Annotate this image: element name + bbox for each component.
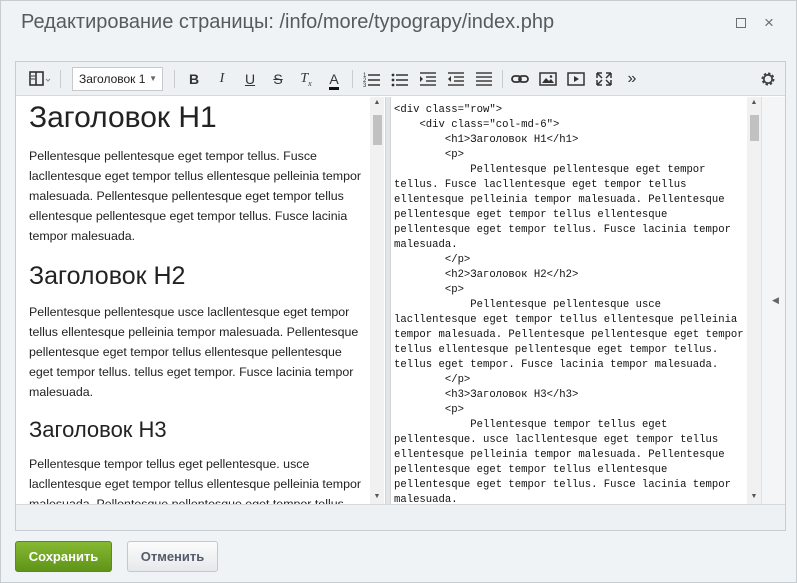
close-icon[interactable]: ×	[761, 14, 777, 31]
source-code[interactable]: <div class="row"> <div class="col-md-6">…	[394, 103, 746, 504]
image-icon[interactable]	[538, 68, 558, 90]
scroll-down-icon[interactable]: ▼	[747, 493, 761, 500]
dialog-title: Редактирование страницы: /info/more/typo…	[21, 11, 555, 33]
clear-format-label: T	[300, 71, 309, 86]
style-select-value: Заголовок 1	[79, 72, 146, 86]
link-icon[interactable]	[510, 68, 530, 90]
font-color-button[interactable]: A	[324, 68, 344, 90]
wysiwyg-pane[interactable]: Заголовок H1 Pellentesque pellentesque e…	[16, 97, 385, 504]
cancel-button[interactable]: Отменить	[127, 541, 218, 572]
heading-h3: Заголовок H3	[29, 417, 167, 442]
scroll-thumb[interactable]	[750, 115, 759, 141]
source-code-pane[interactable]: <div class="row"> <div class="col-md-6">…	[391, 97, 747, 504]
wysiwyg-scrollbar[interactable]: ▲ ▼	[370, 97, 384, 504]
scroll-up-icon[interactable]: ▲	[747, 99, 761, 106]
paragraph-style-select[interactable]: Заголовок 1 ▼	[72, 67, 163, 91]
editor-statusbar	[16, 504, 785, 530]
underline-button[interactable]: U	[240, 68, 260, 90]
maximize-icon[interactable]	[733, 15, 749, 31]
strikethrough-button[interactable]: S	[268, 68, 288, 90]
code-scrollbar[interactable]: ▲ ▼	[747, 97, 761, 504]
toolbar-separator	[60, 70, 61, 88]
dialog-titlebar[interactable]: Редактирование страницы: /info/more/typo…	[1, 1, 796, 45]
wysiwyg-content: Заголовок H1 Pellentesque pellentesque e…	[29, 97, 369, 504]
scroll-thumb[interactable]	[373, 115, 382, 145]
paragraph-2: Pellentesque pellentesque usce lacllente…	[29, 305, 359, 399]
view-mode-icon[interactable]	[24, 68, 54, 90]
save-button[interactable]: Сохранить	[15, 541, 112, 572]
clear-format-button[interactable]: Tx	[296, 68, 316, 90]
paragraph-1: Pellentesque pellentesque eget tempor te…	[29, 149, 362, 243]
editor-toolbar: Заголовок 1 ▼ B I U S Tx A 1 2 3 »	[16, 62, 785, 96]
scroll-down-icon[interactable]: ▼	[370, 493, 384, 500]
unordered-list-icon[interactable]	[390, 68, 410, 90]
outdent-icon[interactable]	[446, 68, 466, 90]
chevron-left-icon[interactable]: ◀	[772, 295, 779, 306]
toolbar-separator	[502, 70, 503, 88]
html-editor: Заголовок 1 ▼ B I U S Tx A 1 2 3 » Загол…	[15, 61, 786, 531]
align-icon[interactable]	[474, 68, 494, 90]
svg-text:3: 3	[363, 83, 367, 89]
toolbar-separator	[352, 70, 353, 88]
ordered-list-icon[interactable]: 1 2 3	[362, 68, 382, 90]
heading-h2: Заголовок H2	[29, 262, 186, 290]
fullscreen-icon[interactable]	[594, 68, 614, 90]
side-panel-toggle[interactable]: ◀	[761, 97, 785, 504]
more-button[interactable]: »	[622, 68, 642, 90]
edit-page-dialog: Редактирование страницы: /info/more/typo…	[0, 0, 797, 583]
gear-icon[interactable]	[758, 68, 778, 90]
heading-h1: Заголовок H1	[29, 101, 217, 134]
chevron-down-icon: ▼	[149, 74, 157, 83]
scroll-up-icon[interactable]: ▲	[370, 99, 384, 106]
paragraph-3: Pellentesque tempor tellus eget pellente…	[29, 457, 362, 504]
indent-icon[interactable]	[418, 68, 438, 90]
italic-button[interactable]: I	[212, 68, 232, 90]
video-icon[interactable]	[566, 68, 586, 90]
bold-button[interactable]: B	[184, 68, 204, 90]
toolbar-separator	[174, 70, 175, 88]
font-color-label: A	[329, 71, 339, 90]
